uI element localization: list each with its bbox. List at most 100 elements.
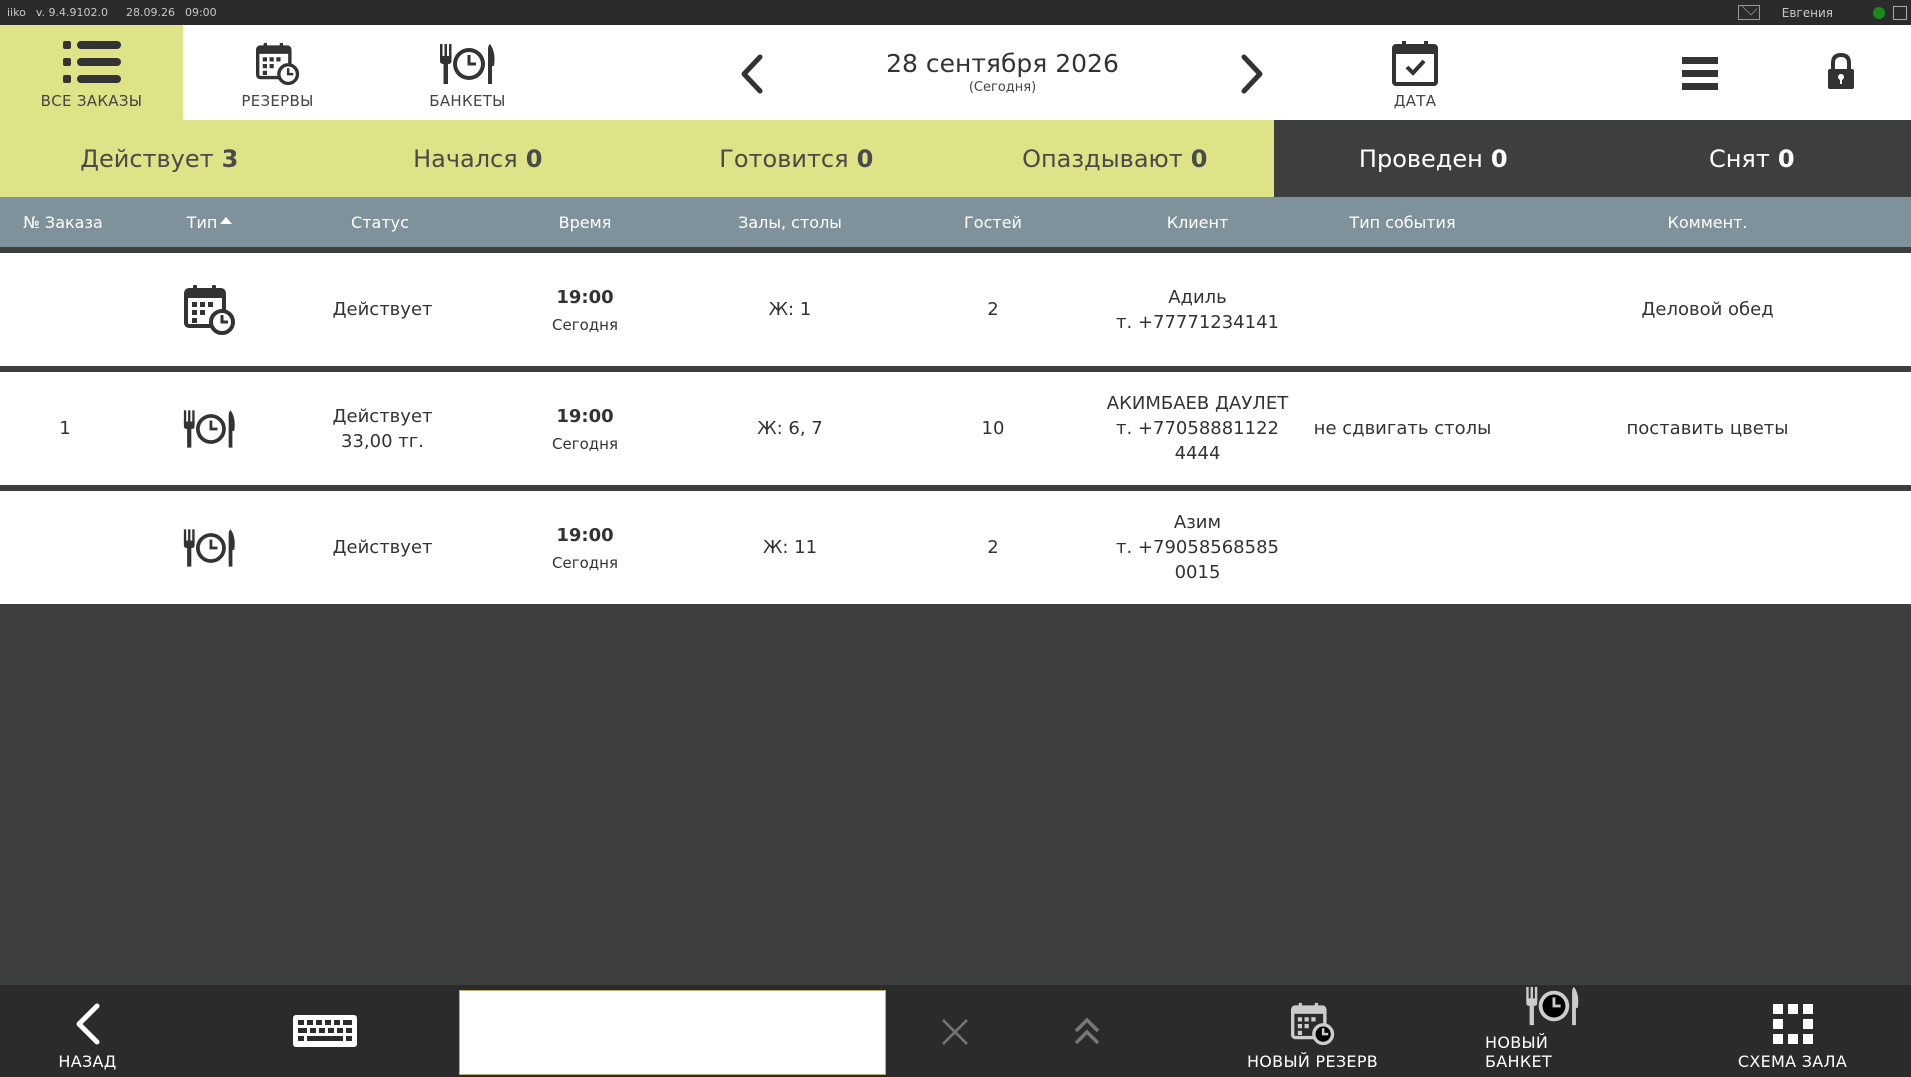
user-name[interactable]: Евгения bbox=[1782, 6, 1833, 20]
fork-clock-knife-icon bbox=[1523, 985, 1583, 1027]
scroll-up-icon[interactable] bbox=[1072, 1015, 1102, 1047]
row-halls: Ж: 11 bbox=[762, 537, 818, 558]
column-comment[interactable]: Коммент. bbox=[1560, 197, 1855, 247]
keyboard-button[interactable] bbox=[270, 985, 380, 1077]
row-day: Сегодня bbox=[552, 554, 618, 572]
menu-icon[interactable] bbox=[1680, 55, 1720, 91]
table-row[interactable]: Действует 19:00 Сегодня Ж: 11 2 Азим т. … bbox=[0, 491, 1911, 604]
hall-scheme-button[interactable]: СХЕМА ЗАЛА bbox=[1730, 985, 1855, 1077]
row-status: Действует bbox=[332, 405, 433, 427]
tab-started[interactable]: Начался 0 bbox=[318, 120, 637, 197]
row-client-name: АКИМБАЕВ ДАУЛЕТ bbox=[1106, 393, 1289, 414]
tab-started-label: Начался bbox=[413, 144, 518, 173]
calendar-check-icon bbox=[1392, 41, 1438, 86]
row-day: Сегодня bbox=[552, 435, 618, 453]
nav-all-orders-label: ВСЕ ЗАКАЗЫ bbox=[40, 92, 143, 110]
calendar-clock-icon bbox=[184, 284, 236, 336]
new-reserve-label: НОВЫЙ РЕЗЕРВ bbox=[1246, 1052, 1379, 1071]
row-guests: 2 bbox=[987, 299, 999, 320]
keyboard-icon bbox=[293, 1015, 357, 1047]
row-event-type: не сдвигать столы bbox=[1313, 418, 1492, 439]
search-input[interactable] bbox=[459, 990, 886, 1075]
header: ВСЕ ЗАКАЗЫ РЕЗЕРВЫ БАНКЕТЫ 28 сентября 2… bbox=[0, 25, 1911, 120]
nav-banquets[interactable]: БАНКЕТЫ bbox=[390, 25, 545, 120]
tab-active-label: Действует bbox=[80, 144, 214, 173]
table-header: № Заказа Тип Статус Время Залы, столы Го… bbox=[0, 197, 1911, 247]
fork-clock-knife-icon bbox=[182, 527, 238, 569]
tab-completed-count: 0 bbox=[1490, 144, 1508, 173]
tab-active[interactable]: Действует 3 bbox=[0, 120, 319, 197]
tab-cancelled-label: Снят bbox=[1708, 144, 1770, 173]
system-time: 09:00 bbox=[184, 6, 217, 19]
new-banquet-label: НОВЫЙ БАНКЕТ bbox=[1485, 1033, 1552, 1071]
current-date-relative: (Сегодня) bbox=[968, 80, 1037, 95]
new-reserve-button[interactable]: НОВЫЙ РЕЗЕРВ bbox=[1245, 985, 1380, 1077]
row-client-phone: т. +77771234141 bbox=[1116, 311, 1279, 333]
lock-icon[interactable] bbox=[1826, 53, 1856, 91]
fork-clock-knife-icon bbox=[182, 408, 238, 450]
row-status: Действует bbox=[332, 537, 433, 558]
row-halls: Ж: 6, 7 bbox=[757, 418, 823, 439]
column-order-no[interactable]: № Заказа bbox=[0, 197, 126, 247]
fork-clock-knife-icon bbox=[438, 42, 498, 86]
next-day-arrow-icon[interactable] bbox=[1232, 49, 1272, 99]
column-time[interactable]: Время bbox=[505, 197, 665, 247]
row-comment bbox=[1560, 491, 1855, 604]
calendar-clock-icon bbox=[256, 42, 300, 86]
date-picker-button[interactable]: ДАТА bbox=[1335, 25, 1495, 120]
row-client-name: Азим bbox=[1173, 512, 1222, 533]
tab-completed-label: Проведен bbox=[1358, 144, 1483, 173]
row-client-phone: т. +77058881122 bbox=[1116, 418, 1279, 439]
row-time: 19:00 bbox=[556, 287, 614, 308]
new-banquet-button[interactable]: НОВЫЙ БАНКЕТ bbox=[1485, 985, 1620, 1077]
tab-late-label: Опаздывают bbox=[1022, 144, 1183, 173]
calendar-clock-icon bbox=[1291, 1002, 1335, 1046]
bottom-bar: НАЗАД НОВЫЙ РЕЗЕРВ НОВЫЙ БАНКЕТ СХЕМА ЗА… bbox=[0, 985, 1911, 1077]
tab-late[interactable]: Опаздывают 0 bbox=[955, 120, 1274, 197]
app-version: v. 9.4.9102.0 bbox=[35, 6, 108, 19]
row-halls: Ж: 1 bbox=[768, 299, 812, 320]
column-client[interactable]: Клиент bbox=[1075, 197, 1320, 247]
column-status[interactable]: Статус bbox=[280, 197, 480, 247]
orders-list: Действует 19:00 Сегодня Ж: 1 2 Адиль т. … bbox=[0, 247, 1911, 604]
prev-day-arrow-icon[interactable] bbox=[732, 49, 772, 99]
row-order-no bbox=[0, 491, 130, 604]
tab-late-count: 0 bbox=[1190, 144, 1208, 173]
column-type[interactable]: Тип bbox=[170, 197, 250, 247]
tab-cancelled-count: 0 bbox=[1777, 144, 1795, 173]
tab-cancelled[interactable]: Снят 0 bbox=[1592, 120, 1911, 197]
clear-search-icon[interactable] bbox=[940, 1017, 970, 1047]
back-button-label: НАЗАД bbox=[58, 1052, 117, 1071]
row-guests: 10 bbox=[981, 418, 1005, 439]
tab-preparing[interactable]: Готовится 0 bbox=[637, 120, 956, 197]
column-halls[interactable]: Залы, столы bbox=[690, 197, 890, 247]
table-row[interactable]: Действует 19:00 Сегодня Ж: 1 2 Адиль т. … bbox=[0, 253, 1911, 366]
row-guests: 2 bbox=[987, 537, 999, 558]
system-bar: iiko v. 9.4.9102.0 28.09.26 09:00 Евгени… bbox=[0, 0, 1911, 25]
date-picker-label: ДАТА bbox=[1393, 92, 1437, 110]
back-button[interactable]: НАЗАД bbox=[40, 985, 135, 1077]
window-icon[interactable] bbox=[1893, 5, 1907, 20]
tab-active-count: 3 bbox=[221, 144, 239, 173]
app-name: iiko bbox=[7, 6, 26, 19]
row-event-type bbox=[1305, 491, 1500, 604]
system-date: 28.09.26 bbox=[125, 6, 175, 19]
column-guests[interactable]: Гостей bbox=[935, 197, 1051, 247]
row-client-extra: 4444 bbox=[1174, 443, 1221, 464]
nav-all-orders[interactable]: ВСЕ ЗАКАЗЫ bbox=[0, 25, 183, 120]
tab-preparing-label: Готовится bbox=[719, 144, 849, 173]
tab-started-count: 0 bbox=[525, 144, 543, 173]
back-arrow-icon bbox=[76, 1003, 99, 1045]
nav-reserves[interactable]: РЕЗЕРВЫ bbox=[200, 25, 355, 120]
row-comment: Деловой обед bbox=[1641, 299, 1774, 320]
column-event-type[interactable]: Тип события bbox=[1320, 197, 1485, 247]
row-time: 19:00 bbox=[556, 406, 614, 427]
status-tabs: Действует 3 Начался 0 Готовится 0 Опаздываю… bbox=[0, 120, 1911, 197]
tab-completed[interactable]: Проведен 0 bbox=[1274, 120, 1593, 197]
hall-scheme-label: СХЕМА ЗАЛА bbox=[1737, 1052, 1848, 1071]
mail-icon[interactable] bbox=[1737, 5, 1760, 20]
table-row[interactable]: 1 Действует 33,00 тг. 19:00 Сегодня Ж: 6… bbox=[0, 372, 1911, 485]
row-day: Сегодня bbox=[552, 316, 618, 334]
tab-preparing-count: 0 bbox=[856, 144, 874, 173]
connection-status-icon bbox=[1873, 6, 1885, 19]
